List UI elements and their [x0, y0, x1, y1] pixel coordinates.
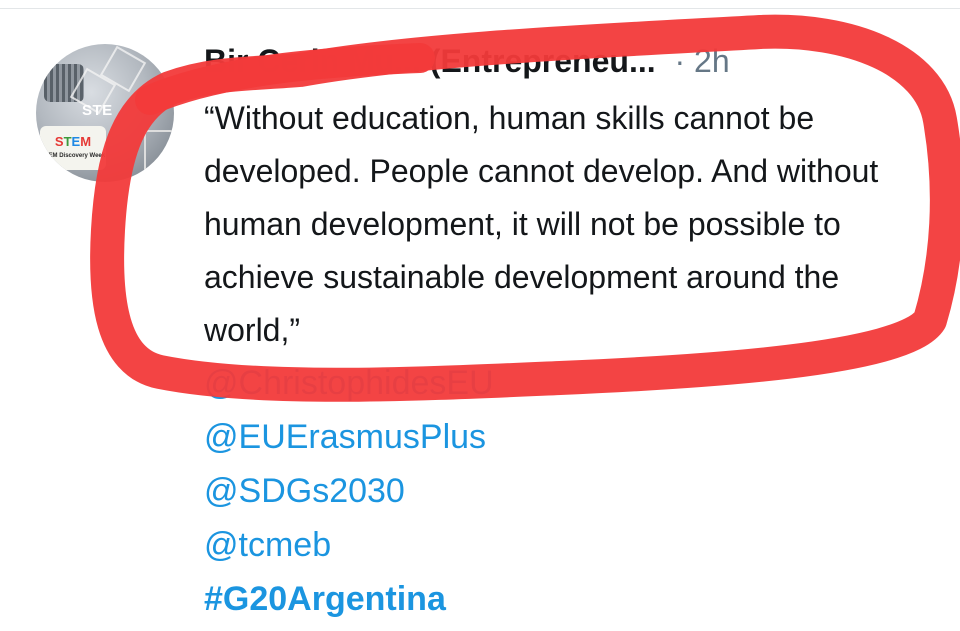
calculator-icon: [144, 130, 174, 174]
mention-list: @ChristophidesEU @EUErasmusPlus @SDGs203…: [204, 356, 904, 626]
stem-badge: STEM STEM Discovery Week: [40, 126, 106, 170]
tweet-timestamp[interactable]: · 2h: [675, 43, 730, 79]
mention-link[interactable]: @SDGs2030: [204, 464, 904, 518]
hashtag-link[interactable]: #G20Argentina: [204, 572, 904, 626]
mention-link[interactable]: @EUErasmusPlus: [204, 410, 904, 464]
avatar-text: STE: [82, 102, 113, 119]
author-name[interactable]: Bir Cerin Mu... (Entrepreneu...: [204, 43, 656, 79]
tweet-header: Bir Cerin Mu... (Entrepreneu... · 2h: [204, 36, 904, 86]
top-divider: [0, 8, 960, 9]
tweet-text: “Without education, human skills cannot …: [204, 100, 888, 348]
stem-badge-label: STEM Discovery Week: [40, 153, 106, 159]
mention-link[interactable]: @tcmeb: [204, 518, 904, 572]
mention-link[interactable]: @ChristophidesEU: [204, 356, 904, 410]
avatar[interactable]: STE STEM STEM Discovery Week: [36, 44, 174, 182]
